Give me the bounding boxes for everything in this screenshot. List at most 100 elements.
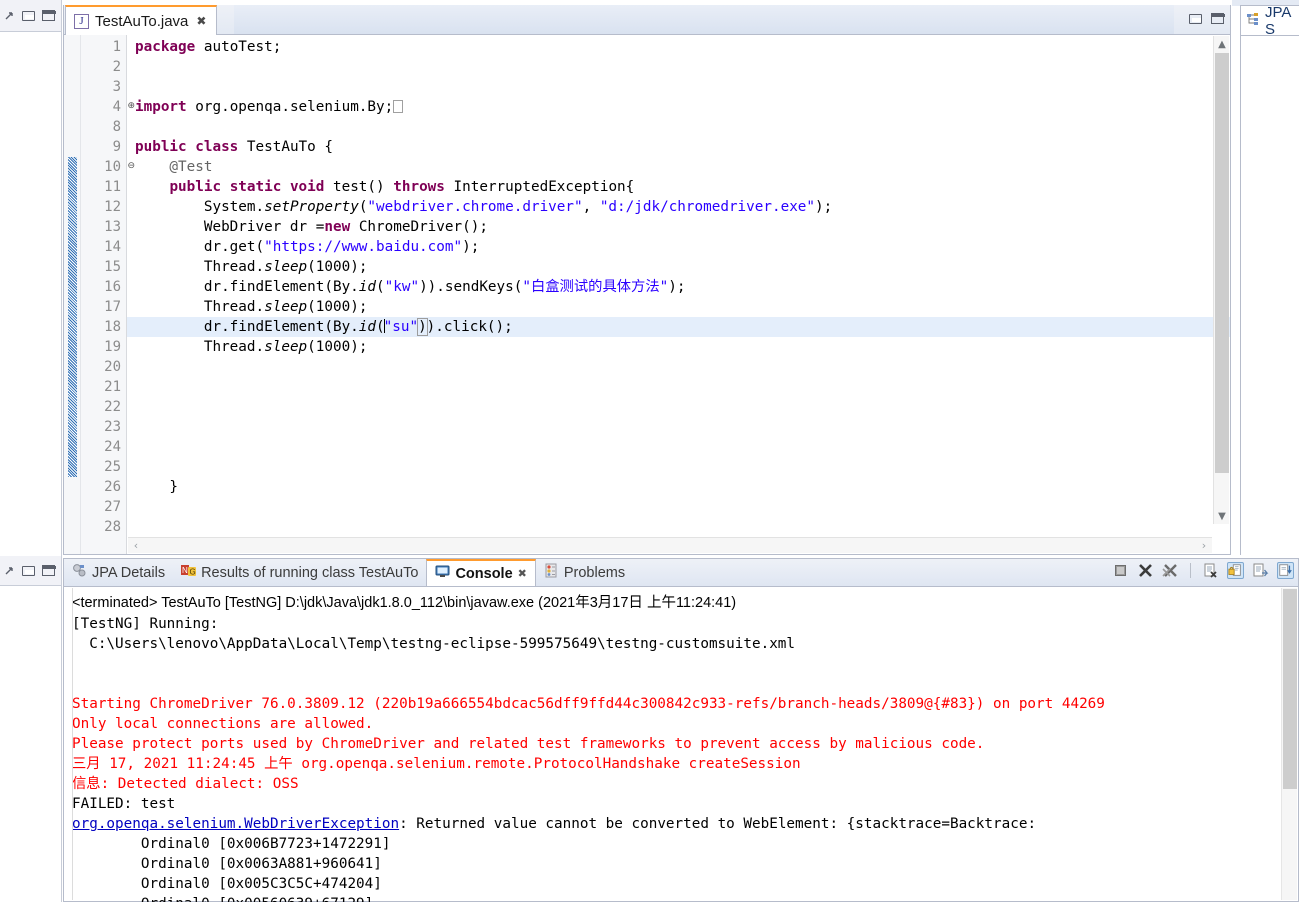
console-output-line: Ordinal0 [0x005C3C5C+474204] bbox=[72, 876, 382, 892]
code-token: (1000); bbox=[307, 259, 368, 275]
code-line[interactable] bbox=[127, 357, 1230, 377]
pin-icon[interactable] bbox=[4, 10, 15, 21]
editor-tab-testauto-java[interactable]: J TestAuTo.java ✖ bbox=[65, 5, 218, 35]
code-line[interactable]: } bbox=[127, 477, 1230, 497]
code-token: "su" bbox=[383, 319, 419, 335]
code-token: sleep bbox=[264, 339, 308, 355]
pin-icon[interactable] bbox=[4, 565, 15, 576]
code-line[interactable] bbox=[127, 497, 1230, 517]
code-token: new bbox=[324, 219, 359, 235]
terminate-icon[interactable] bbox=[1112, 562, 1129, 579]
collapsed-imports-icon[interactable] bbox=[393, 100, 404, 113]
code-line[interactable]: dr.findElement(By.id("kw")).sendKeys("白盒… bbox=[127, 277, 1230, 297]
code-token: setProperty bbox=[264, 199, 359, 215]
editor-body: 1 2 3 4 ⊕ 8 9 10 ⊖ 11 12 13 14 15 16 17 18 19 20 21 22 23 24 25… bbox=[64, 35, 1230, 554]
console-output-line: 信息: Detected dialect: OSS bbox=[72, 776, 299, 792]
scroll-left-arrow-icon[interactable]: ‹ bbox=[128, 539, 144, 552]
code-line[interactable] bbox=[127, 417, 1230, 437]
code-token: ).click(); bbox=[426, 319, 513, 335]
console-process-header: <terminated> TestAuTo [TestNG] D:\jdk\Ja… bbox=[72, 595, 737, 611]
console-exception-line[interactable]: org.openqa.selenium.WebDriverException: … bbox=[72, 814, 1298, 834]
scrollbar-thumb[interactable] bbox=[1283, 589, 1297, 789]
scrollbar-thumb[interactable] bbox=[1215, 53, 1229, 473]
console-output-line: Ordinal0 [0x00560639+67129] bbox=[72, 894, 1298, 902]
code-line[interactable]: Thread.sleep(1000); bbox=[127, 297, 1230, 317]
code-line[interactable]: System.setProperty("webdriver.chrome.dri… bbox=[127, 197, 1230, 217]
line-number: 26 bbox=[104, 479, 121, 495]
code-line[interactable]: @Test bbox=[127, 157, 1230, 177]
code-line[interactable]: Thread.sleep(1000); bbox=[127, 257, 1230, 277]
code-line[interactable]: WebDriver dr =new ChromeDriver(); bbox=[127, 217, 1230, 237]
clear-console-icon[interactable] bbox=[1202, 562, 1219, 579]
scroll-lock-icon[interactable] bbox=[1227, 562, 1244, 579]
maximize-icon[interactable] bbox=[1211, 13, 1225, 24]
remove-all-terminated-icon[interactable] bbox=[1162, 562, 1179, 579]
toolbar-separator bbox=[1190, 563, 1191, 578]
code-line[interactable]: public class TestAuTo { bbox=[127, 137, 1230, 157]
tab-jpa-structure[interactable]: JPA S bbox=[1241, 4, 1299, 38]
code-token: "d:/jdk/chromedriver.exe" bbox=[599, 199, 816, 215]
code-line[interactable] bbox=[127, 397, 1230, 417]
restore-icon[interactable] bbox=[22, 565, 35, 576]
console-trim-left-bottom bbox=[0, 556, 62, 586]
remove-launch-icon[interactable] bbox=[1137, 562, 1154, 579]
code-line[interactable]: Thread.sleep(1000); bbox=[127, 337, 1230, 357]
scroll-up-arrow-icon[interactable]: ▲ bbox=[1214, 36, 1230, 52]
problems-icon bbox=[544, 563, 559, 582]
code-line[interactable] bbox=[127, 77, 1230, 97]
console-output-line: Only local connections are allowed. bbox=[72, 716, 374, 732]
console-tab-results-of-running-class-testauto[interactable]: N G Results of running class TestAuTo bbox=[173, 559, 426, 586]
code-line[interactable]: import org.openqa.selenium.By; bbox=[127, 97, 1230, 117]
svg-text:G: G bbox=[190, 568, 196, 577]
console-output[interactable]: [TestNG] Running: C:\Users\lenovo\AppDat… bbox=[64, 614, 1298, 902]
code-line[interactable]: dr.findElement(By.id("su")).click(); bbox=[127, 317, 1230, 337]
scroll-right-arrow-icon[interactable]: › bbox=[1196, 539, 1212, 552]
code-token: dr.findElement(By. bbox=[135, 319, 359, 335]
code-line[interactable] bbox=[127, 517, 1230, 537]
editor-tab-empty-space bbox=[234, 5, 1174, 34]
console-output-line: Please protect ports used by ChromeDrive… bbox=[72, 736, 985, 752]
line-number: 23 bbox=[104, 419, 121, 435]
folding-column[interactable] bbox=[64, 35, 81, 554]
code-line[interactable] bbox=[127, 377, 1230, 397]
console-tab-console[interactable]: Console ✖ bbox=[426, 559, 536, 586]
line-number: 13 bbox=[104, 219, 121, 235]
minimize-icon[interactable] bbox=[42, 565, 56, 576]
left-blank-strip-lower bbox=[0, 586, 62, 902]
word-wrap-icon[interactable] bbox=[1252, 562, 1269, 579]
line-number: 19 bbox=[104, 339, 121, 355]
code-token: ); bbox=[815, 199, 833, 215]
code-line[interactable] bbox=[127, 457, 1230, 477]
line-number: 9 bbox=[112, 139, 121, 155]
console-tab-problems[interactable]: Problems bbox=[536, 559, 633, 586]
code-token: "白盒测试的具体方法" bbox=[522, 279, 669, 295]
close-icon[interactable]: ✖ bbox=[196, 14, 206, 28]
minimize-icon[interactable] bbox=[1189, 13, 1202, 24]
code-token: ( bbox=[376, 279, 385, 295]
code-line[interactable] bbox=[127, 437, 1230, 457]
editor-vertical-scrollbar[interactable]: ▲ ▼ bbox=[1213, 36, 1229, 524]
code-line[interactable]: dr.get("https://www.baidu.com"); bbox=[127, 237, 1230, 257]
code-line[interactable] bbox=[127, 57, 1230, 77]
exception-message: : Returned value cannot be converted to … bbox=[399, 816, 1037, 832]
restore-icon[interactable] bbox=[22, 10, 35, 21]
editor-tab-row: J TestAuTo.java ✖ bbox=[64, 5, 1230, 35]
close-icon[interactable]: ✖ bbox=[518, 567, 527, 580]
minimize-icon[interactable] bbox=[42, 10, 56, 21]
code-line[interactable]: public static void test() throws Interru… bbox=[127, 177, 1230, 197]
code-line[interactable] bbox=[127, 117, 1230, 137]
jpa-structure-icon bbox=[1246, 12, 1260, 30]
line-number: 28 bbox=[104, 519, 121, 535]
code-token: sleep bbox=[264, 259, 308, 275]
pin-console-icon[interactable] bbox=[1277, 562, 1294, 579]
console-vertical-scrollbar[interactable] bbox=[1281, 588, 1297, 900]
line-number: 24 bbox=[104, 439, 121, 455]
console-tab-jpa-details[interactable]: JPA Details bbox=[64, 559, 173, 586]
bracket-match-box: ) bbox=[417, 318, 428, 336]
editor-horizontal-scrollbar[interactable]: ‹ › bbox=[128, 537, 1212, 553]
source-code-text[interactable]: package autoTest; import org.openqa.sele… bbox=[127, 35, 1230, 554]
code-line[interactable]: package autoTest; bbox=[127, 37, 1230, 57]
exception-link[interactable]: org.openqa.selenium.WebDriverException bbox=[72, 816, 399, 832]
scroll-down-arrow-icon[interactable]: ▼ bbox=[1214, 508, 1230, 524]
